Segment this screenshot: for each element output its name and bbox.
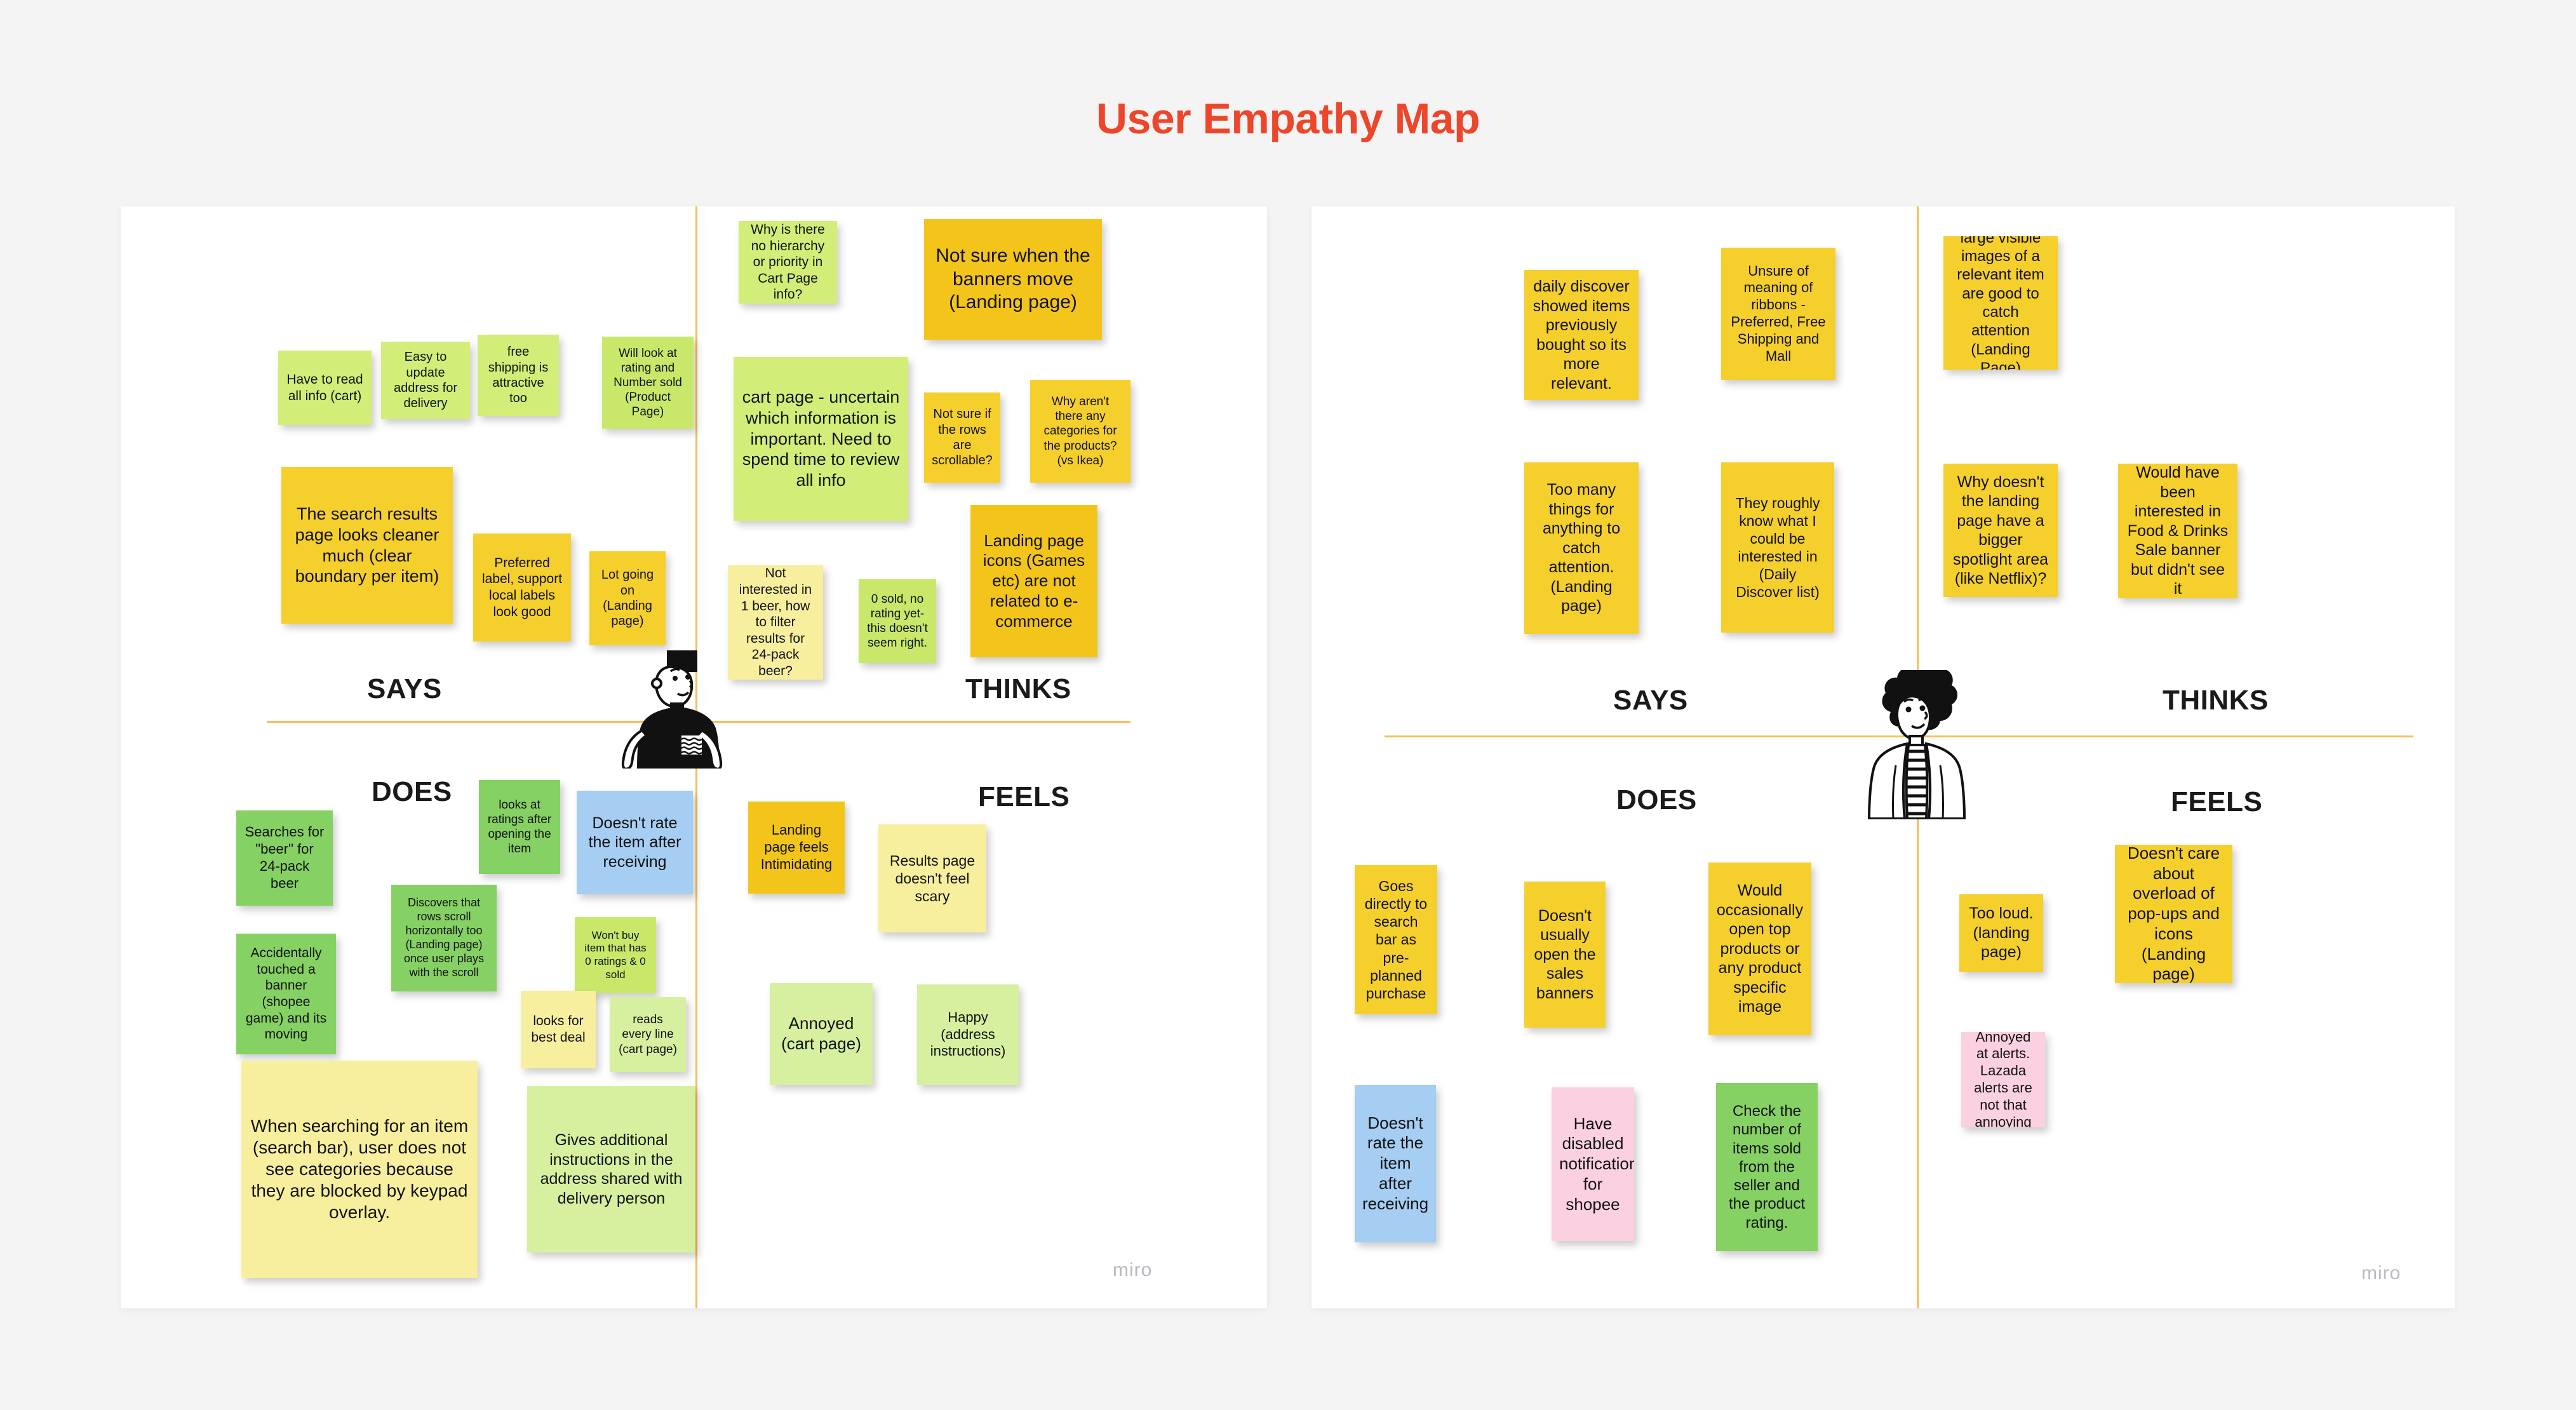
sticky-note[interactable]: Annoyed (cart page) xyxy=(770,983,873,1085)
sticky-note[interactable]: Why aren't there any categories for the … xyxy=(1030,380,1130,483)
sticky-note[interactable]: looks for best deal xyxy=(521,991,596,1068)
miro-watermark-left: miro xyxy=(1113,1259,1153,1280)
sticky-note[interactable]: Goes directly to search bar as pre-plann… xyxy=(1355,865,1437,1014)
sticky-note[interactable]: Accidentally touched a banner (shopee ga… xyxy=(236,934,336,1054)
sticky-note[interactable]: cart page - uncertain which information … xyxy=(734,357,908,521)
sticky-note[interactable]: Discovers that rows scroll horizontally … xyxy=(391,885,497,991)
sticky-note[interactable]: When searching for an item (search bar),… xyxy=(241,1061,478,1278)
sticky-note[interactable]: Have disabled notifications for shopee xyxy=(1552,1087,1634,1241)
sticky-note[interactable]: Would have been interested in Food & Dri… xyxy=(2118,464,2237,598)
sticky-note[interactable]: Will look at rating and Number sold (Pro… xyxy=(602,337,694,429)
sticky-note[interactable]: daily discover showed items previously b… xyxy=(1524,270,1639,400)
quadrant-label-feels: FEELS xyxy=(978,781,1070,812)
sticky-note[interactable]: They roughly know what I could be intere… xyxy=(1721,462,1834,633)
quadrant-label-thinks: THINKS xyxy=(2163,685,2269,716)
sticky-note[interactable]: Too loud. (landing page) xyxy=(1959,894,2043,972)
quadrant-label-does: DOES xyxy=(1616,784,1697,816)
quadrant-label-does: DOES xyxy=(372,776,452,807)
quadrant-label-thinks: THINKS xyxy=(965,673,1071,704)
quadrant-label-says: SAYS xyxy=(1613,685,1688,716)
sticky-note[interactable]: Why is there no hierarchy or priority in… xyxy=(739,221,837,304)
sticky-note[interactable]: Not sure if the rows are scrollable? xyxy=(924,393,1000,483)
sticky-note[interactable]: The search results page looks cleaner mu… xyxy=(281,467,453,624)
quadrant-label-feels: FEELS xyxy=(2171,786,2263,817)
sticky-note[interactable]: Doesn't rate the item after receiving xyxy=(1355,1085,1436,1242)
sticky-note[interactable]: Happy (address instructions) xyxy=(917,984,1019,1085)
sticky-note[interactable]: Unsure of meaning of ribbons - Preferred… xyxy=(1721,248,1835,380)
sticky-note[interactable]: large visible images of a relevant item … xyxy=(1943,236,2058,370)
sticky-note[interactable]: Too many things for anything to catch at… xyxy=(1524,462,1639,634)
female-curlyhair-avatar xyxy=(1851,662,1985,820)
sticky-note[interactable]: reads every line (cart page) xyxy=(610,997,686,1072)
sticky-note[interactable]: Easy to update address for delivery xyxy=(381,342,470,419)
sticky-note[interactable]: Doesn't care about overload of pop-ups a… xyxy=(2115,845,2232,983)
sticky-note[interactable]: Have to read all info (cart) xyxy=(278,351,372,425)
sticky-note[interactable]: Won't buy item that has 0 ratings & 0 so… xyxy=(575,917,656,993)
sticky-note[interactable]: Doesn't rate the item after receiving xyxy=(577,791,693,894)
sticky-note[interactable]: looks at ratings after opening the item xyxy=(479,780,560,874)
sticky-note[interactable]: Doesn't usually open the sales banners xyxy=(1524,882,1606,1028)
sticky-note[interactable]: Would occasionally open top products or … xyxy=(1708,863,1811,1035)
sticky-note[interactable]: Why doesn't the landing page have a bigg… xyxy=(1943,464,2058,597)
sticky-note[interactable]: Not sure when the banners move (Landing … xyxy=(924,219,1102,340)
sticky-note[interactable]: Not interested in 1 beer, how to filter … xyxy=(728,565,823,680)
quadrant-label-says: SAYS xyxy=(367,673,442,704)
male-flattop-avatar xyxy=(607,641,734,770)
sticky-note[interactable]: 0 sold, no rating yet- this doesn't seem… xyxy=(859,579,936,663)
sticky-note[interactable]: Searches for "beer" for 24-pack beer xyxy=(236,810,333,906)
sticky-note[interactable]: Landing page icons (Games etc) are not r… xyxy=(970,505,1097,657)
sticky-note[interactable]: Lot going on (Landing page) xyxy=(589,551,666,645)
sticky-note[interactable]: Landing page feels Intimidating xyxy=(748,802,845,894)
sticky-note[interactable]: Annoyed at alerts. Lazada alerts are not… xyxy=(1961,1032,2045,1127)
sticky-note[interactable]: free shipping is attractive too xyxy=(478,335,559,416)
sticky-note[interactable]: Preferred label, support local labels lo… xyxy=(473,534,571,641)
sticky-note[interactable]: Gives additional instructions in the add… xyxy=(527,1086,695,1252)
page-title: User Empathy Map xyxy=(1096,95,1480,143)
miro-watermark-right: miro xyxy=(2361,1263,2401,1284)
sticky-note[interactable]: Check the number of items sold from the … xyxy=(1716,1083,1818,1251)
sticky-note[interactable]: Results page doesn't feel scary xyxy=(878,824,986,932)
